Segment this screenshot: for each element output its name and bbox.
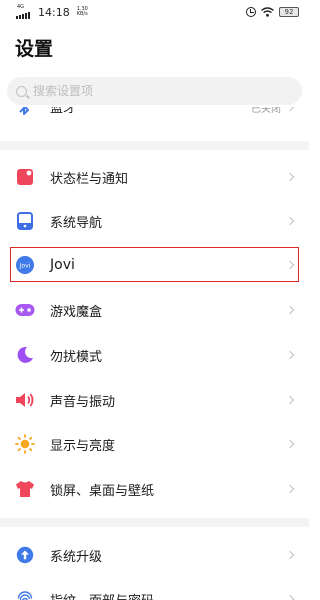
page-title: 设置 (15, 38, 54, 60)
signal-icon (16, 11, 30, 19)
settings-item-lockscreen-wallpaper[interactable]: 锁屏、桌面与壁纸 (0, 467, 309, 511)
chevron-right-icon (285, 395, 295, 405)
settings-item-system-upgrade[interactable]: 系统升级 (0, 533, 309, 577)
chevron-right-icon (285, 107, 295, 112)
settings-item-fingerprint-face-password[interactable]: 指纹、面部与密码 (0, 577, 309, 600)
chevron-right-icon (285, 550, 295, 560)
settings-item-sound-vibration[interactable]: 声音与振动 (0, 378, 309, 422)
settings-item-do-not-disturb[interactable]: 勿扰模式 (0, 333, 309, 377)
shirt-icon (15, 479, 35, 499)
chevron-right-icon (285, 260, 295, 270)
chevron-right-icon (285, 172, 295, 182)
chevron-right-icon (285, 216, 295, 226)
settings-item-label: 系统导航 (50, 215, 103, 231)
settings-item-game-box[interactable]: 游戏魔盒 (0, 288, 309, 332)
settings-item-label: 指纹、面部与密码 (50, 590, 154, 600)
svg-text:Jovi: Jovi (19, 263, 31, 270)
alarm-icon (246, 7, 256, 17)
status-right: 92 (246, 7, 299, 17)
wifi-icon (261, 7, 274, 17)
settings-item-label: 游戏魔盒 (50, 304, 103, 320)
clock: 14:18 (38, 5, 70, 19)
settings-item-label: 状态栏与通知 (50, 171, 129, 187)
network-speed-unit: KB/s (76, 11, 88, 17)
bluetooth-icon (19, 107, 29, 115)
speaker-icon (15, 390, 35, 410)
chevron-right-icon (285, 350, 295, 360)
bluetooth-value: 已关闭 (251, 107, 281, 115)
settings-item-display-brightness[interactable]: 显示与亮度 (0, 422, 309, 466)
settings-item-label: 显示与亮度 (50, 438, 116, 454)
bluetooth-label: 蓝牙 (50, 107, 77, 116)
gamepad-icon (15, 300, 35, 320)
settings-item-system-navigation[interactable]: 系统导航 (0, 199, 309, 243)
search-bar[interactable] (7, 77, 302, 105)
status-bar-notification-icon (15, 167, 35, 187)
network-type: 4G (17, 4, 25, 10)
settings-item-label: Jovi (50, 257, 75, 273)
status-bar: 4G 14:18 1.30 KB/s 92 (0, 0, 309, 24)
section-divider (0, 518, 309, 527)
navigation-icon (15, 211, 35, 231)
search-input[interactable] (33, 84, 273, 98)
moon-icon (15, 345, 35, 365)
settings-item-label: 锁屏、桌面与壁纸 (50, 483, 155, 499)
chevron-right-icon (285, 484, 295, 494)
status-left: 4G 14:18 1.30 KB/s (16, 4, 88, 19)
search-icon (16, 85, 27, 97)
settings-item-label: 勿扰模式 (50, 349, 103, 365)
chevron-right-icon (285, 594, 295, 600)
sun-icon (15, 434, 35, 454)
section-divider (0, 141, 309, 150)
chevron-right-icon (285, 305, 295, 315)
settings-item-label: 声音与振动 (50, 394, 116, 410)
settings-item-jovi[interactable]: Jovi Jovi (0, 243, 309, 287)
fingerprint-icon (15, 589, 35, 600)
settings-item-status-bar-notification[interactable]: 状态栏与通知 (0, 155, 309, 199)
battery-indicator: 92 (279, 7, 299, 17)
upgrade-icon (15, 545, 35, 565)
jovi-icon: Jovi (15, 255, 35, 275)
bluetooth-row-partial[interactable]: 蓝牙 已关闭 (0, 107, 309, 123)
network-speed: 1.30 KB/s (77, 7, 88, 17)
settings-item-label: 系统升级 (50, 549, 103, 565)
chevron-right-icon (285, 439, 295, 449)
